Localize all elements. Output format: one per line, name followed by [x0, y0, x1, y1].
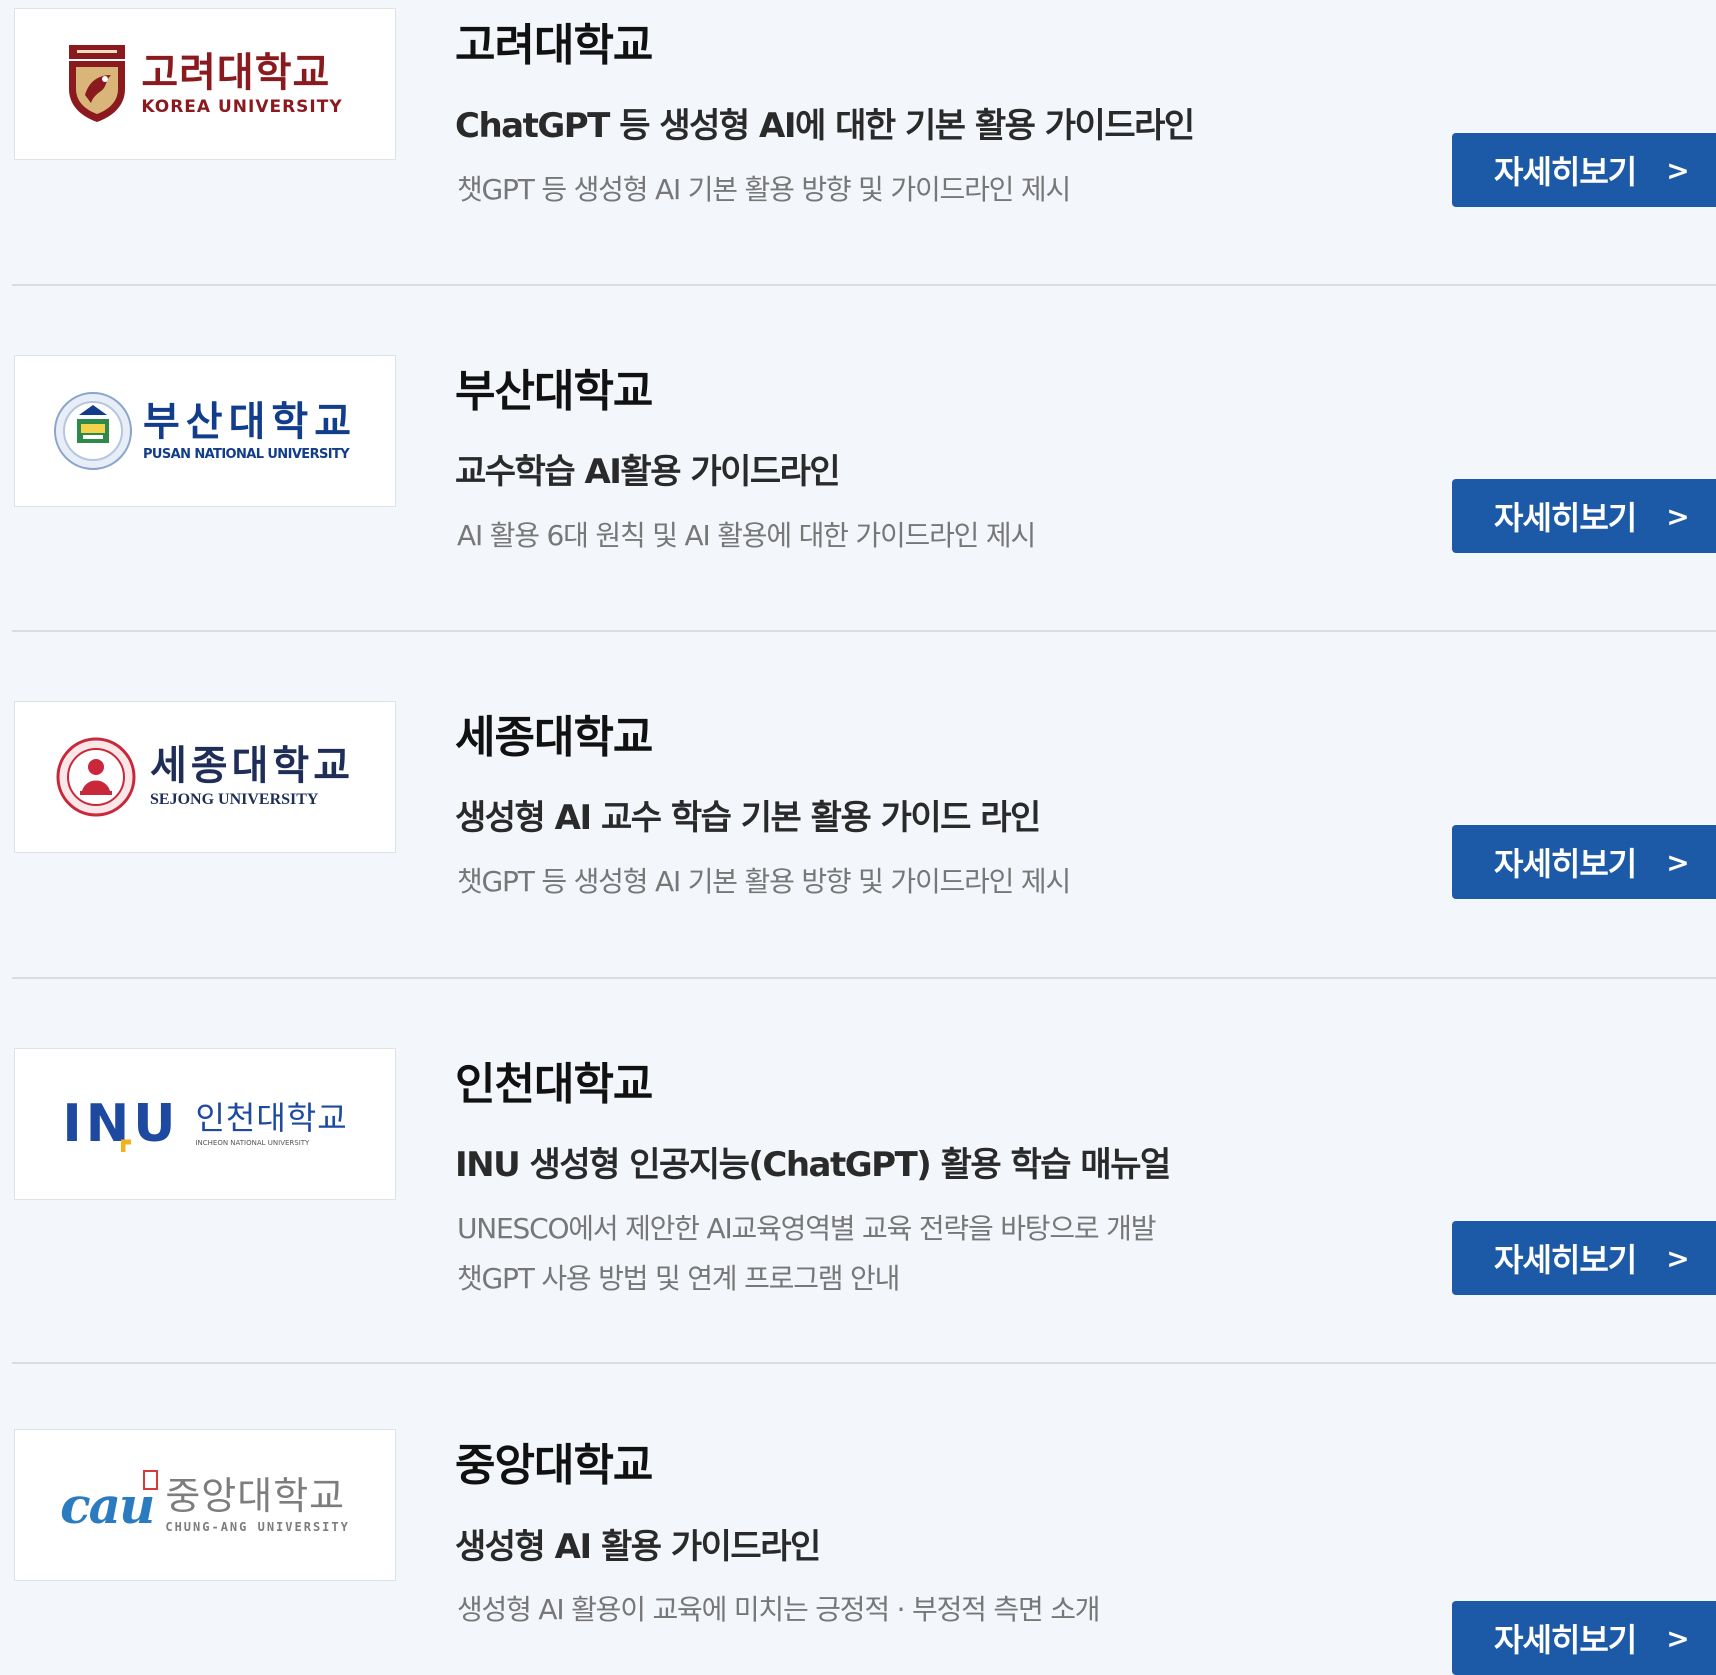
detail-button-label: 자세히보기: [1494, 1241, 1637, 1279]
guideline-description: 챗GPT 등 생성형 AI 기본 활용 방향 및 가이드라인 제시: [457, 173, 1071, 206]
detail-button[interactable]: 자세히보기 >: [1452, 825, 1716, 899]
chevron-right-icon: >: [1666, 499, 1690, 533]
divider: [12, 977, 1716, 979]
logo-english-name: INCHEON NATIONAL UNIVERSITY: [195, 1138, 310, 1147]
logo-korean-name: 고려대학교: [141, 49, 331, 96]
pusan-university-emblem-icon: [54, 392, 132, 470]
guideline-title: 생성형 AI 교수 학습 기본 활용 가이드 라인: [455, 798, 1041, 838]
cau-logo-icon: cau: [60, 1469, 159, 1535]
detail-button[interactable]: 자세히보기 >: [1452, 1601, 1716, 1675]
chung-ang-university-logo: cau 중앙대학교 CHUNG-ANG UNIVERSITY: [14, 1429, 396, 1581]
logo-english-name: CHUNG-ANG UNIVERSITY: [165, 1520, 350, 1534]
inu-accent-icon: [121, 1139, 132, 1152]
university-name: 고려대학교: [455, 20, 653, 71]
logo-english-name: PUSAN NATIONAL UNIVERSITY: [143, 446, 350, 462]
university-guideline-list: 고려대학교 KOREA UNIVERSITY 고려대학교 ChatGPT 등 생…: [0, 0, 1716, 1675]
chevron-right-icon: >: [1666, 1621, 1690, 1655]
university-name: 세종대학교: [455, 712, 653, 763]
guideline-description: 생성형 AI 활용이 교육에 미치는 긍정적 · 부정적 측면 소개: [457, 1593, 1101, 1626]
logo-korean-name: 인천대학교: [195, 1098, 348, 1137]
guideline-description-line-1: UNESCO에서 제안한 AI교육영역별 교육 전략을 바탕으로 개발: [457, 1212, 1156, 1245]
pusan-university-logo: 부산대학교 PUSAN NATIONAL UNIVERSITY: [14, 355, 396, 507]
logo-english-name: SEJONG UNIVERSITY: [150, 791, 319, 808]
sejong-university-seal-icon: [56, 737, 136, 817]
logo-korean-name: 세종대학교: [150, 742, 354, 789]
divider: [12, 284, 1716, 286]
inu-logo-icon: INU: [62, 1098, 181, 1152]
guideline-title: 생성형 AI 활용 가이드라인: [455, 1527, 821, 1567]
korea-university-crest-icon: [69, 45, 126, 122]
detail-button-label: 자세히보기: [1494, 845, 1637, 883]
university-name: 부산대학교: [455, 366, 653, 417]
detail-button[interactable]: 자세히보기 >: [1452, 479, 1716, 553]
guideline-description-line-2: 챗GPT 사용 방법 및 연계 프로그램 안내: [457, 1262, 900, 1295]
guideline-description: 챗GPT 등 생성형 AI 기본 활용 방향 및 가이드라인 제시: [457, 865, 1071, 898]
chevron-right-icon: >: [1666, 1241, 1690, 1275]
university-name: 중앙대학교: [455, 1440, 653, 1491]
logo-korean-name: 부산대학교: [143, 398, 357, 445]
detail-button-label: 자세히보기: [1494, 499, 1637, 537]
cau-flag-icon: [143, 1469, 159, 1490]
detail-button-label: 자세히보기: [1494, 1621, 1637, 1659]
divider: [12, 630, 1716, 632]
incheon-university-logo: INU 인천대학교 INCHEON NATIONAL UNIVERSITY: [14, 1048, 396, 1200]
guideline-description: AI 활용 6대 원칙 및 AI 활용에 대한 가이드라인 제시: [457, 519, 1036, 552]
chevron-right-icon: >: [1666, 845, 1690, 879]
detail-button[interactable]: 자세히보기 >: [1452, 1221, 1716, 1295]
cau-logo-symbol: cau: [60, 1475, 155, 1535]
detail-button-label: 자세히보기: [1494, 153, 1637, 191]
guideline-title: INU 생성형 인공지능(ChatGPT) 활용 학습 매뉴얼: [455, 1145, 1171, 1185]
sejong-university-logo: 세종대학교 SEJONG UNIVERSITY: [14, 701, 396, 853]
guideline-title: 교수학습 AI활용 가이드라인: [455, 452, 841, 492]
logo-english-name: KOREA UNIVERSITY: [141, 96, 343, 117]
detail-button[interactable]: 자세히보기 >: [1452, 133, 1716, 207]
korea-university-logo: 고려대학교 KOREA UNIVERSITY: [14, 8, 396, 160]
divider: [12, 1362, 1716, 1364]
guideline-title: ChatGPT 등 생성형 AI에 대한 기본 활용 가이드라인: [455, 106, 1195, 146]
logo-korean-name: 중앙대학교: [165, 1474, 346, 1518]
chevron-right-icon: >: [1666, 153, 1690, 187]
university-name: 인천대학교: [455, 1059, 653, 1110]
